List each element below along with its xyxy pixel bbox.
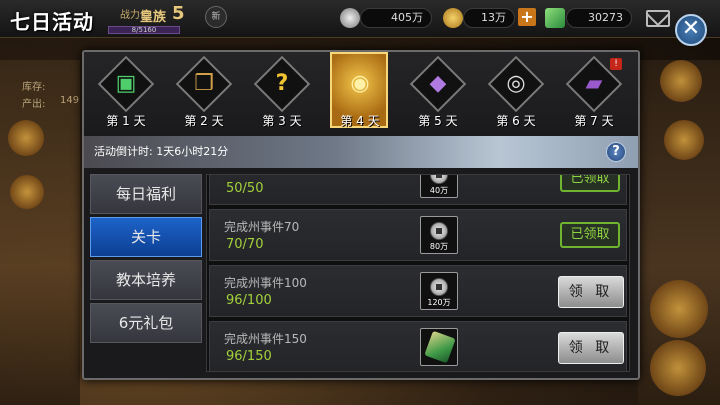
day-label: 第 4 天 <box>340 114 380 128</box>
claimed-stamp: 已领取 <box>560 175 620 192</box>
task-row: 50/50 40万 已领取 <box>209 175 627 205</box>
task-name: 完成州事件70 <box>224 220 300 234</box>
task-progress: 96/150 <box>226 349 272 364</box>
category-tabs: 每日福利 关卡 教本培养 6元礼包 <box>90 174 202 374</box>
task-progress: 70/70 <box>226 237 264 252</box>
claimed-stamp: 已领取 <box>560 222 620 248</box>
gem-amount: 30273 <box>566 8 632 28</box>
day-label: 第 3 天 <box>262 114 302 128</box>
reward-quantity: 120万 <box>427 298 451 307</box>
day-tab-3[interactable]: ? 第 3 天 <box>253 55 311 136</box>
output-label: 产出: <box>22 99 46 110</box>
day-tab-7[interactable]: ▰ ! 第 7 天 <box>565 55 623 136</box>
tab-training[interactable]: 教本培养 <box>90 260 202 300</box>
tab-daily-welfare[interactable]: 每日福利 <box>90 174 202 214</box>
tab-stages[interactable]: 关卡 <box>90 217 202 257</box>
side-feature-icon[interactable] <box>8 120 44 156</box>
task-row: 完成州事件70 70/70 80万 已领取 <box>209 209 627 261</box>
day-label: 第 5 天 <box>418 114 458 128</box>
side-feature-icon[interactable] <box>650 340 706 396</box>
side-feature-icon[interactable] <box>650 280 708 338</box>
silver-coin-icon: ◎ <box>506 71 526 96</box>
reward-slot[interactable]: 80万 <box>420 216 458 254</box>
reward-slot[interactable]: 40万 <box>420 175 458 198</box>
scroll-icon: ❒ <box>194 71 214 96</box>
help-button[interactable]: ? <box>606 142 626 162</box>
day-tab-6[interactable]: ◎ 第 6 天 <box>487 55 545 136</box>
task-row: 完成州事件100 96/100 120万 领 取 <box>209 265 627 317</box>
silver-amount: 405万 <box>360 8 432 28</box>
stock-label: 库存: <box>22 82 46 93</box>
purple-ore-icon: ◆ <box>429 71 447 96</box>
rank-level: 5 <box>172 3 185 24</box>
tab-6-yuan-pack[interactable]: 6元礼包 <box>90 303 202 343</box>
day-label: 第 6 天 <box>496 114 536 128</box>
side-feature-icon[interactable] <box>660 60 702 102</box>
task-row: 完成州事件150 96/150 领 取 <box>209 321 627 371</box>
event-countdown: 活动倒计时: 1天6小时21分 <box>84 136 638 168</box>
seven-day-panel: ▣ 第 1 天 ❒ 第 2 天 ? 第 3 天 ◉ 第 4 天 ◆ 第 5 天 … <box>82 50 640 380</box>
top-bar: 七日活动 战力值 皇族 5 8/5160 新 405万 13万 + 30273 <box>0 0 720 38</box>
reward-quantity: 40万 <box>429 186 449 195</box>
side-feature-icon[interactable] <box>10 175 44 209</box>
silver-coin-icon <box>430 222 448 240</box>
jade-gem-icon <box>424 330 456 364</box>
add-gold-button[interactable]: + <box>518 8 536 26</box>
side-feature-icon[interactable] <box>664 120 704 160</box>
notification-badge: ! <box>610 58 622 70</box>
silver-coin-icon <box>340 8 360 28</box>
rank-label: 皇族 <box>140 10 167 25</box>
claim-button[interactable]: 领 取 <box>558 276 624 308</box>
day-label: 第 7 天 <box>574 114 614 128</box>
new-icon[interactable]: 新 <box>205 6 227 28</box>
task-list[interactable]: 50/50 40万 已领取 完成州事件70 70/70 80万 已领取 完成州事… <box>206 174 630 372</box>
silver-coin-icon <box>430 278 448 296</box>
day-tab-4[interactable]: ◉ 第 4 天 <box>330 52 388 136</box>
task-name: 完成州事件100 <box>224 276 307 290</box>
day-selector: ▣ 第 1 天 ❒ 第 2 天 ? 第 3 天 ◉ 第 4 天 ◆ 第 5 天 … <box>84 52 638 136</box>
day-tab-1[interactable]: ▣ 第 1 天 <box>97 55 155 136</box>
page-title: 七日活动 <box>10 10 94 34</box>
purple-book-icon: ▰ <box>585 71 603 96</box>
gold-coin-icon: ◉ <box>350 71 370 96</box>
gold-coin-icon <box>443 8 463 28</box>
mail-icon[interactable] <box>646 10 670 27</box>
gold-amount: 13万 <box>463 8 515 28</box>
reward-slot[interactable]: 120万 <box>420 272 458 310</box>
day-label: 第 1 天 <box>106 114 146 128</box>
mystery-scroll-icon: ? <box>275 71 289 96</box>
claim-button[interactable]: 领 取 <box>558 332 624 364</box>
task-progress: 50/50 <box>226 181 264 196</box>
gem-icon <box>545 8 565 28</box>
reward-quantity: 80万 <box>429 242 449 251</box>
day-tab-2[interactable]: ❒ 第 2 天 <box>175 55 233 136</box>
silver-coin-icon <box>430 175 448 184</box>
day-tab-5[interactable]: ◆ 第 5 天 <box>409 55 467 136</box>
reward-slot[interactable] <box>420 328 458 366</box>
day-label: 第 2 天 <box>184 114 224 128</box>
task-progress: 96/100 <box>226 293 272 308</box>
jade-seal-icon: ▣ <box>115 71 137 96</box>
background-left-scenery <box>0 60 80 405</box>
rank-progress-bar: 8/5160 <box>108 26 180 34</box>
output-value: 149 <box>60 95 80 106</box>
close-button[interactable]: ✕ <box>675 14 707 46</box>
task-name: 完成州事件150 <box>224 332 307 346</box>
